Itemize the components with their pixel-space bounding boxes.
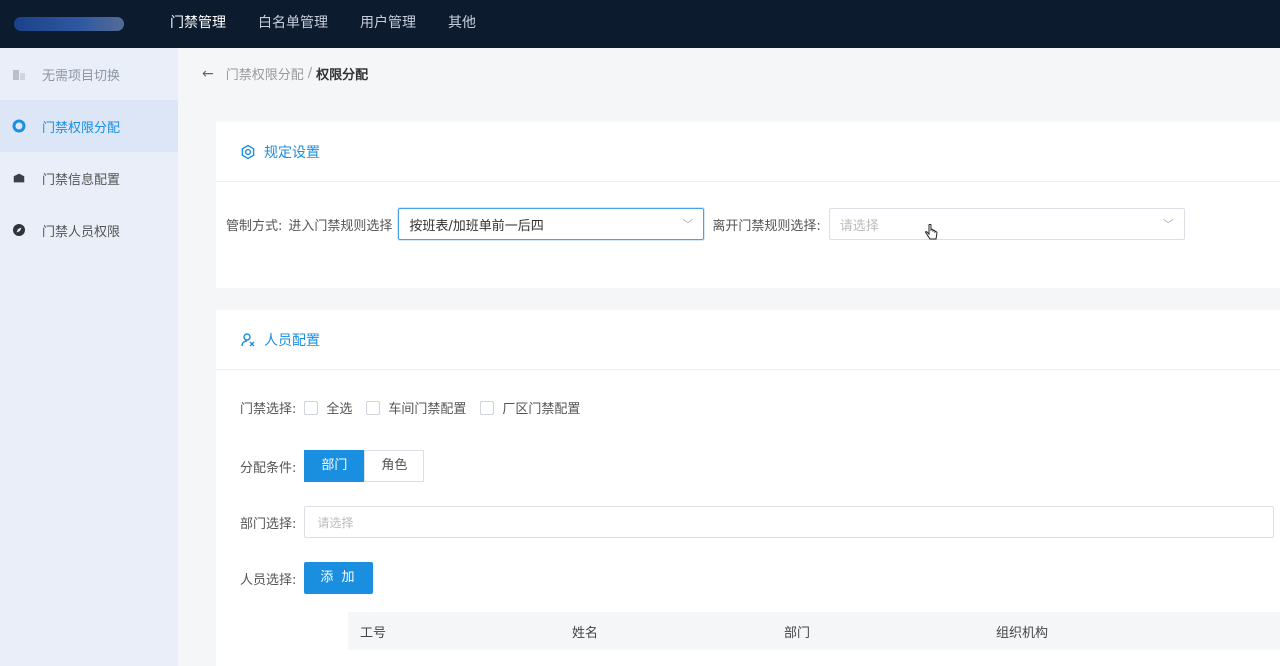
rules-row: 管制方式: 进入门禁规则选择 按班表/加班单前一后四 ﹀ 离开门禁规则选择: 请… [226, 208, 1185, 240]
sidebar-item-label: 无需项目切换 [42, 68, 121, 84]
checkbox-factory-door[interactable]: 厂区门禁配置 [480, 398, 580, 417]
sidebar-item-label: 门禁人员权限 [42, 224, 121, 240]
nav-item-user-management[interactable]: 用户管理 [344, 0, 432, 48]
checkbox-label: 厂区门禁配置 [502, 402, 581, 417]
rules-card: 规定设置 管制方式: 进入门禁规则选择 按班表/加班单前一后四 ﹀ 离开门禁规则… [216, 122, 1280, 288]
checkbox-box [366, 400, 381, 415]
door-select-row: 门禁选择: 全选 车间门禁配置 厂区门禁配置 [240, 398, 594, 417]
dept-select-input[interactable]: 请选择 [304, 506, 1275, 538]
circle-icon [12, 119, 26, 133]
column-header-id: 工号 [360, 625, 387, 641]
hand-cursor-icon [924, 223, 940, 248]
column-header-name: 姓名 [572, 625, 599, 641]
column-header-organization: 组织机构 [996, 625, 1049, 641]
sidebar-item-project-switch[interactable]: 无需项目切换 [0, 48, 178, 100]
back-arrow-icon[interactable]: ← [202, 66, 214, 82]
nav-item-whitelist[interactable]: 白名单管理 [242, 0, 344, 48]
checkbox-box [304, 400, 319, 415]
rules-card-title: 规定设置 [264, 144, 320, 161]
sidebar-item-label: 门禁信息配置 [42, 172, 121, 188]
logo-mark [14, 17, 124, 31]
sidebar-item-label: 门禁权限分配 [42, 120, 121, 136]
leave-rule-select[interactable]: 请选择 ﹀ [828, 208, 1185, 240]
condition-toggle: 部门 角色 [304, 450, 425, 482]
condition-role-button[interactable]: 角色 [364, 450, 425, 482]
leave-rule-placeholder: 请选择 [839, 218, 879, 234]
door-label: 门禁选择: [240, 402, 297, 417]
logo[interactable] [0, 0, 130, 48]
sidebar-item-personnel-permission[interactable]: 门禁人员权限 [0, 204, 178, 256]
condition-department-button[interactable]: 部门 [304, 450, 365, 482]
breadcrumb-parent[interactable]: 门禁权限分配 [226, 64, 304, 83]
condition-row: 分配条件: 部门 角色 [240, 450, 425, 482]
chevron-down-icon: ﹀ [1162, 218, 1174, 231]
mode-label: 管制方式: [226, 218, 283, 234]
person-label: 人员选择: [240, 572, 297, 588]
breadcrumb: ← 门禁权限分配 / 权限分配 [202, 64, 369, 84]
dept-label: 部门选择: [240, 516, 297, 532]
checkbox-box [480, 400, 495, 415]
compass-icon [12, 223, 26, 237]
dept-placeholder: 请选择 [317, 515, 354, 530]
checkbox-select-all[interactable]: 全选 [304, 398, 352, 417]
top-navigation-bar: 门禁管理 白名单管理 用户管理 其他 [0, 0, 1280, 48]
enter-rule-select[interactable]: 按班表/加班单前一后四 ﹀ [398, 208, 705, 240]
enter-rule-value: 按班表/加班单前一后四 [409, 218, 544, 234]
person-row: 人员选择: 添 加 [240, 562, 373, 594]
sidebar: 无需项目切换 门禁权限分配 门禁信息配置 门禁人员权限 [0, 48, 178, 666]
personnel-card-title: 人员配置 [264, 332, 320, 349]
checkbox-label: 车间门禁配置 [388, 402, 467, 417]
nav-item-access-control[interactable]: 门禁管理 [154, 0, 242, 48]
nav-item-other[interactable]: 其他 [432, 0, 492, 48]
rules-card-header: 规定设置 [216, 122, 1280, 182]
sidebar-item-permission-assign[interactable]: 门禁权限分配 [0, 100, 178, 152]
leave-rule-label: 离开门禁规则选择: [712, 218, 821, 234]
checkbox-label: 全选 [326, 402, 353, 417]
add-person-button[interactable]: 添 加 [304, 562, 373, 594]
user-config-icon [240, 332, 256, 348]
chevron-down-icon: ﹀ [682, 218, 694, 231]
enter-rule-label: 进入门禁规则选择 [288, 218, 393, 234]
settings-icon [240, 144, 256, 160]
dept-row: 部门选择: 请选择 [240, 506, 1275, 538]
breadcrumb-current: 权限分配 [316, 68, 369, 83]
checkbox-workshop-door[interactable]: 车间门禁配置 [366, 398, 466, 417]
column-header-department: 部门 [784, 625, 811, 641]
breadcrumb-separator: / [307, 66, 313, 81]
box-icon [12, 171, 26, 185]
building-icon [12, 67, 26, 81]
main-content: ← 门禁权限分配 / 权限分配 规定设置 管制方式: 进入门禁规则选择 按班表/… [178, 48, 1280, 666]
person-table-header: 工号 姓名 部门 组织机构 [348, 612, 1280, 650]
sidebar-item-info-config[interactable]: 门禁信息配置 [0, 152, 178, 204]
main-nav: 门禁管理 白名单管理 用户管理 其他 [154, 0, 492, 48]
personnel-card-header: 人员配置 [216, 310, 1280, 370]
personnel-card: 人员配置 门禁选择: 全选 车间门禁配置 厂区门禁配置 分配条件: 部门 角色 … [216, 310, 1280, 666]
condition-label: 分配条件: [240, 460, 297, 476]
